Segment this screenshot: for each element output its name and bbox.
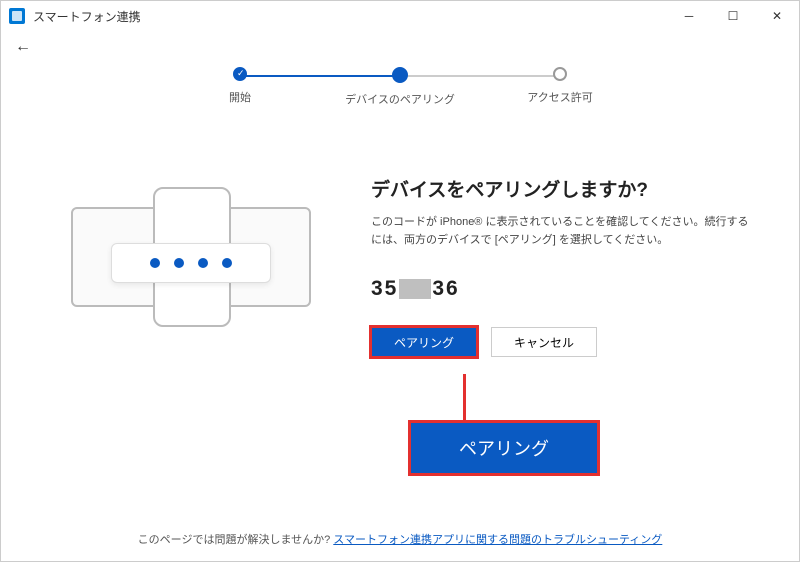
step-permissions: アクセス許可 (480, 67, 640, 105)
callout-connector (463, 374, 466, 422)
pair-button[interactable]: ペアリング (371, 327, 477, 357)
troubleshoot-link[interactable]: スマートフォン連携アプリに関する問題のトラブルシューティング (333, 534, 662, 546)
step-start-label: 開始 (229, 89, 251, 105)
code-dot-icon (150, 258, 160, 268)
app-window: スマートフォン連携 ─ ☐ ✕ ← 開始 デバイスのペアリング アクセス許可 (0, 0, 800, 562)
pairing-code-part2: 36 (432, 277, 459, 301)
connector-1 (240, 75, 400, 77)
back-button[interactable]: ← (13, 37, 33, 57)
callout-pair-label: ペアリング (408, 420, 600, 476)
pairing-description: このコードが iPhone® に表示されていることを確認してください。続行するに… (371, 214, 749, 249)
devices-illustration (51, 167, 331, 499)
step-permissions-circle (553, 67, 567, 81)
code-dot-icon (174, 258, 184, 268)
step-pairing: デバイスのペアリング (320, 67, 480, 107)
code-bubble-icon (111, 243, 271, 283)
titlebar: スマートフォン連携 ─ ☐ ✕ (1, 1, 799, 31)
pairing-code: 35 36 (371, 277, 749, 301)
close-button[interactable]: ✕ (755, 1, 799, 31)
code-dot-icon (198, 258, 208, 268)
cancel-button[interactable]: キャンセル (491, 327, 597, 357)
step-start-circle (233, 67, 247, 81)
pairing-code-part1: 35 (371, 277, 398, 301)
footer: このページでは問題が解決しませんか? スマートフォン連携アプリに関する問題のトラ… (1, 519, 799, 561)
step-pairing-circle (392, 67, 408, 83)
button-row: ペアリング キャンセル (371, 327, 749, 357)
content-area: デバイスをペアリングしますか? このコードが iPhone® に表示されているこ… (1, 107, 799, 519)
pairing-code-redacted (399, 279, 431, 299)
pairing-heading: デバイスをペアリングしますか? (371, 175, 749, 202)
progress-stepper: 開始 デバイスのペアリング アクセス許可 (1, 67, 799, 107)
connector-2 (400, 75, 560, 77)
code-dot-icon (222, 258, 232, 268)
step-pairing-label: デバイスのペアリング (345, 91, 455, 107)
window-title: スマートフォン連携 (33, 8, 141, 25)
minimize-button[interactable]: ─ (667, 1, 711, 31)
back-row: ← (1, 31, 799, 63)
app-icon (9, 8, 25, 24)
step-permissions-label: アクセス許可 (527, 89, 592, 105)
step-start: 開始 (160, 67, 320, 105)
footer-text: このページでは問題が解決しませんか? (138, 534, 334, 546)
maximize-button[interactable]: ☐ (711, 1, 755, 31)
window-controls: ─ ☐ ✕ (667, 1, 799, 31)
